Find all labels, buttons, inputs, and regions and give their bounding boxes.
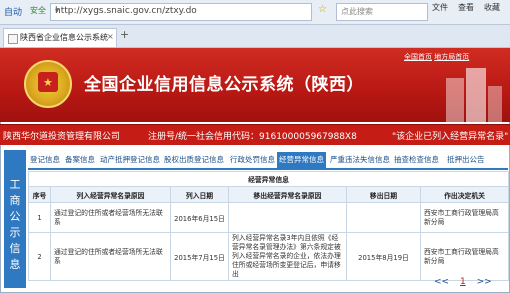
site-banner: ★ 全国企业信用信息公示系统（陕西） 全国首页 地方局首页: [0, 48, 510, 122]
side-char: 示: [9, 226, 21, 239]
tab-filing[interactable]: 备案信息: [65, 154, 95, 165]
col-no: 序号: [28, 186, 51, 203]
company-bar: 陕西华尔道投资管理有限公司 注册号/统一社会信用代码：9161000059679…: [0, 124, 510, 145]
menu-bar: 文件 查看 收藏: [432, 1, 508, 23]
company-name: 陕西华尔道投资管理有限公司: [3, 132, 121, 142]
table-row: 2 通过登记的住所或者经营场所无法联系 2015年7月15日 列入经营异常名录3…: [28, 232, 510, 281]
prev-page-button[interactable]: <<: [434, 277, 449, 287]
tab-active[interactable]: 陕西省企业信息公示系统 ×: [3, 28, 117, 47]
cell-date-in: 2016年6月15日: [170, 202, 229, 233]
side-char: 工: [9, 178, 21, 191]
site-title: 全国企业信用信息公示系统（陕西）: [84, 75, 364, 95]
next-page-button[interactable]: >>: [477, 277, 492, 287]
cell-date-in: 2015年7月15日: [170, 232, 229, 281]
side-char: 信: [9, 242, 21, 255]
col-reason-in: 列入经营异常名录原因: [50, 186, 171, 203]
tab-chattel-mortgage[interactable]: 动产抵押登记信息: [100, 154, 160, 165]
tab-title: 陕西省企业信息公示系统: [20, 33, 108, 42]
col-date-in: 列入日期: [170, 186, 229, 203]
info-tabs: 登记信息 备案信息 动产抵押登记信息 股权出质登记信息 行政处罚信息 经营异常信…: [28, 152, 508, 170]
header-links: 全国首页 地方局首页: [404, 52, 469, 62]
tab-spot-check[interactable]: 抽查检查信息: [394, 154, 439, 165]
tab-registration[interactable]: 登记信息: [30, 154, 60, 165]
url-field[interactable]: http://xygs.snaic.gov.cn/ztxy.do ▾: [50, 3, 312, 21]
page-icon: [8, 34, 18, 44]
abnormal-table: 经营异常信息 序号 列入经营异常名录原因 列入日期 移出经营异常名录原因 移出日…: [27, 171, 510, 281]
cell-reason-in: 通过登记的住所或者经营场所无法联系: [50, 232, 171, 281]
side-char: 公: [9, 210, 21, 223]
tab-strip: 陕西省企业信息公示系统 × +: [0, 25, 510, 48]
cell-reason-out: 列入经营异常名录3年内且依照《经营异常名录管理办法》第六条规定被列入经营异常名录…: [228, 232, 347, 281]
link-national-home[interactable]: 全国首页: [404, 53, 432, 61]
tab-equity-pledge[interactable]: 股权出质登记信息: [164, 154, 224, 165]
back-button[interactable]: 自动: [4, 5, 22, 18]
new-tab-button[interactable]: +: [120, 28, 129, 41]
building-illustration: [440, 66, 504, 122]
side-label: 工 商 公 示 信 息: [4, 150, 26, 288]
table-row: 1 通过登记的住所或者经营场所无法联系 2016年6月15日 西安市工商行政管理…: [28, 202, 510, 233]
chevron-down-icon[interactable]: ▾: [55, 6, 308, 15]
abnormal-notice: "该企业已列入经营异常名录": [392, 132, 509, 142]
cell-date-out: 2015年8月19日: [346, 232, 421, 281]
registration-code: 注册号/统一社会信用代码：916100005967988X8: [148, 132, 357, 142]
cell-date-out: [346, 202, 421, 233]
col-authority: 作出决定机关: [419, 186, 510, 203]
tab-serious-violation[interactable]: 严重违法失信信息: [330, 154, 390, 165]
search-input[interactable]: 点此搜索: [336, 3, 428, 21]
menu-favorites[interactable]: 收藏: [484, 2, 500, 13]
cell-reason-out: [228, 202, 347, 233]
table-caption: 经营异常信息: [27, 171, 510, 187]
cell-no: 1: [28, 202, 51, 233]
col-reason-out: 移出经营异常名录原因: [228, 186, 347, 203]
close-icon[interactable]: ×: [107, 32, 114, 41]
cell-authority: 西安市工商行政管理局高新分局: [419, 232, 510, 281]
menu-file[interactable]: 文件: [432, 2, 448, 13]
cell-no: 2: [28, 232, 51, 281]
tab-revocation-notice[interactable]: 抵押出公告: [447, 154, 485, 165]
national-emblem-icon: ★: [24, 60, 72, 108]
safe-icon: 安全: [30, 6, 46, 15]
pagination: << 1 >>: [434, 277, 492, 287]
side-char: 息: [9, 258, 21, 271]
address-bar: 自动 安全 http://xygs.snaic.gov.cn/ztxy.do ▾…: [0, 0, 510, 25]
tab-admin-penalty[interactable]: 行政处罚信息: [230, 154, 275, 165]
favorite-star-icon[interactable]: ☆: [318, 4, 327, 15]
page-number[interactable]: 1: [460, 277, 466, 287]
menu-view[interactable]: 查看: [458, 2, 474, 13]
col-date-out: 移出日期: [346, 186, 421, 203]
link-local-home[interactable]: 地方局首页: [434, 53, 469, 61]
cell-authority: 西安市工商行政管理局高新分局: [419, 202, 510, 233]
search-placeholder: 点此搜索: [341, 7, 373, 16]
tab-abnormal-operation[interactable]: 经营异常信息: [277, 152, 326, 168]
side-char: 商: [9, 194, 21, 207]
cell-reason-in: 通过登记的住所或者经营场所无法联系: [50, 202, 171, 233]
